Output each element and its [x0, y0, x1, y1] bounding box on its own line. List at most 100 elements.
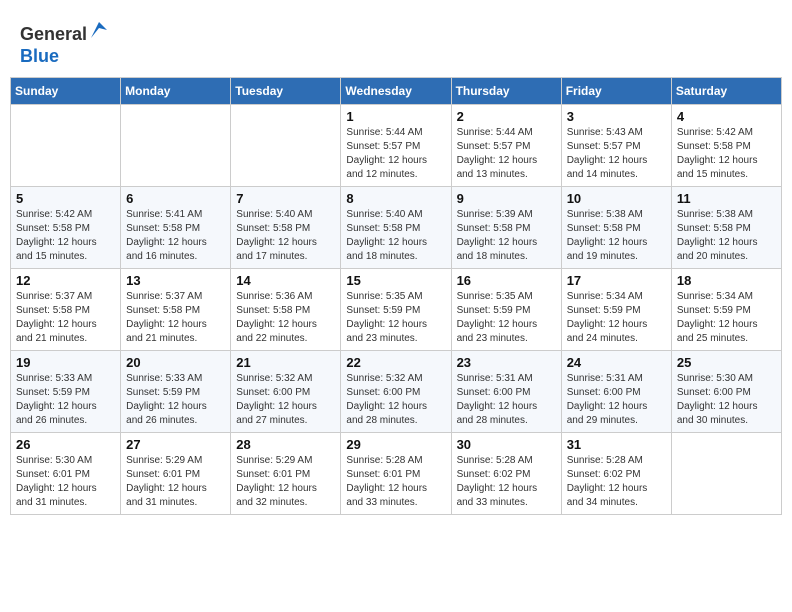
day-number: 18: [677, 273, 776, 288]
logo-blue: Blue: [20, 46, 59, 66]
day-info: Sunrise: 5:42 AM Sunset: 5:58 PM Dayligh…: [677, 126, 776, 182]
logo-icon: [89, 20, 109, 40]
day-number: 20: [126, 355, 225, 370]
day-info: Sunrise: 5:34 AM Sunset: 5:59 PM Dayligh…: [677, 290, 776, 346]
calendar-cell: 24Sunrise: 5:31 AM Sunset: 6:00 PM Dayli…: [561, 351, 671, 433]
weekday-header-saturday: Saturday: [671, 78, 781, 105]
day-info: Sunrise: 5:39 AM Sunset: 5:58 PM Dayligh…: [457, 208, 556, 264]
weekday-header-friday: Friday: [561, 78, 671, 105]
day-number: 7: [236, 191, 335, 206]
calendar-cell: 5 Sunrise: 5:42 AM Sunset: 5:58 PM Daylig…: [11, 187, 121, 269]
calendar-cell: 14 Sunrise: 5:36 AM Sunset: 5:58 PM Dayli…: [231, 269, 341, 351]
calendar-cell: 19 Sunrise: 5:33 AM Sunset: 5:59 PM Dayli…: [11, 351, 121, 433]
day-info: Sunrise: 5:35 AM Sunset: 5:59 PM Dayligh…: [346, 290, 445, 346]
day-number: 22: [346, 355, 445, 370]
calendar-cell: 1 Sunrise: 5:44 AM Sunset: 5:57 PM Daylig…: [341, 105, 451, 187]
day-info: Sunrise: 5:28 AM Sunset: 6:01 PM Dayligh…: [346, 454, 445, 510]
calendar-week-5: 26 Sunrise: 5:30 AM Sunset: 6:01 PM Dayli…: [11, 433, 782, 515]
day-info: Sunrise: 5:44 AM Sunset: 5:57 PM Dayligh…: [346, 126, 445, 182]
logo-general: General: [20, 24, 87, 44]
day-number: 19: [16, 355, 115, 370]
calendar-cell: 7Sunrise: 5:40 AM Sunset: 5:58 PM Daylig…: [231, 187, 341, 269]
day-number: 17: [567, 273, 666, 288]
calendar-cell: 18 Sunrise: 5:34 AM Sunset: 5:59 PM Dayli…: [671, 269, 781, 351]
calendar-cell: 26 Sunrise: 5:30 AM Sunset: 6:01 PM Dayli…: [11, 433, 121, 515]
calendar-cell: 17 Sunrise: 5:34 AM Sunset: 5:59 PM Dayli…: [561, 269, 671, 351]
day-info: Sunrise: 5:29 AM Sunset: 6:01 PM Dayligh…: [126, 454, 225, 510]
day-info: Sunrise: 5:42 AM Sunset: 5:58 PM Dayligh…: [16, 208, 115, 264]
day-number: 16: [457, 273, 556, 288]
calendar-week-4: 19 Sunrise: 5:33 AM Sunset: 5:59 PM Dayli…: [11, 351, 782, 433]
day-number: 8: [346, 191, 445, 206]
day-info: Sunrise: 5:31 AM Sunset: 6:00 PM Dayligh…: [567, 372, 666, 428]
logo-text: General Blue: [20, 20, 109, 67]
day-number: 5: [16, 191, 115, 206]
day-number: 12: [16, 273, 115, 288]
day-number: 3: [567, 109, 666, 124]
day-info: Sunrise: 5:44 AM Sunset: 5:57 PM Dayligh…: [457, 126, 556, 182]
day-number: 27: [126, 437, 225, 452]
calendar-header-row: SundayMondayTuesdayWednesdayThursdayFrid…: [11, 78, 782, 105]
calendar-cell: 29 Sunrise: 5:28 AM Sunset: 6:01 PM Dayli…: [341, 433, 451, 515]
weekday-header-tuesday: Tuesday: [231, 78, 341, 105]
calendar-cell: 23Sunrise: 5:31 AM Sunset: 6:00 PM Dayli…: [451, 351, 561, 433]
day-number: 15: [346, 273, 445, 288]
calendar-cell: 8 Sunrise: 5:40 AM Sunset: 5:58 PM Daylig…: [341, 187, 451, 269]
day-number: 26: [16, 437, 115, 452]
calendar-cell: 3 Sunrise: 5:43 AM Sunset: 5:57 PM Daylig…: [561, 105, 671, 187]
calendar-cell: [121, 105, 231, 187]
day-number: 10: [567, 191, 666, 206]
day-info: Sunrise: 5:38 AM Sunset: 5:58 PM Dayligh…: [567, 208, 666, 264]
day-info: Sunrise: 5:43 AM Sunset: 5:57 PM Dayligh…: [567, 126, 666, 182]
day-number: 31: [567, 437, 666, 452]
day-info: Sunrise: 5:32 AM Sunset: 6:00 PM Dayligh…: [346, 372, 445, 428]
calendar-cell: 12 Sunrise: 5:37 AM Sunset: 5:58 PM Dayli…: [11, 269, 121, 351]
calendar-cell: 30Sunrise: 5:28 AM Sunset: 6:02 PM Dayli…: [451, 433, 561, 515]
day-info: Sunrise: 5:35 AM Sunset: 5:59 PM Dayligh…: [457, 290, 556, 346]
day-info: Sunrise: 5:33 AM Sunset: 5:59 PM Dayligh…: [126, 372, 225, 428]
day-number: 14: [236, 273, 335, 288]
day-number: 4: [677, 109, 776, 124]
day-info: Sunrise: 5:28 AM Sunset: 6:02 PM Dayligh…: [567, 454, 666, 510]
day-number: 9: [457, 191, 556, 206]
calendar-cell: 28 Sunrise: 5:29 AM Sunset: 6:01 PM Dayli…: [231, 433, 341, 515]
day-info: Sunrise: 5:37 AM Sunset: 5:58 PM Dayligh…: [16, 290, 115, 346]
calendar-cell: 6Sunrise: 5:41 AM Sunset: 5:58 PM Daylig…: [121, 187, 231, 269]
calendar-week-3: 12 Sunrise: 5:37 AM Sunset: 5:58 PM Dayli…: [11, 269, 782, 351]
calendar-cell: 2Sunrise: 5:44 AM Sunset: 5:57 PM Daylig…: [451, 105, 561, 187]
day-number: 25: [677, 355, 776, 370]
day-info: Sunrise: 5:40 AM Sunset: 5:58 PM Dayligh…: [346, 208, 445, 264]
day-number: 1: [346, 109, 445, 124]
day-number: 6: [126, 191, 225, 206]
weekday-header-monday: Monday: [121, 78, 231, 105]
calendar-table: SundayMondayTuesdayWednesdayThursdayFrid…: [10, 77, 782, 515]
day-number: 11: [677, 191, 776, 206]
calendar-body: 1 Sunrise: 5:44 AM Sunset: 5:57 PM Daylig…: [11, 105, 782, 515]
day-info: Sunrise: 5:33 AM Sunset: 5:59 PM Dayligh…: [16, 372, 115, 428]
calendar-cell: 31 Sunrise: 5:28 AM Sunset: 6:02 PM Dayli…: [561, 433, 671, 515]
calendar-cell: 25 Sunrise: 5:30 AM Sunset: 6:00 PM Dayli…: [671, 351, 781, 433]
day-info: Sunrise: 5:36 AM Sunset: 5:58 PM Dayligh…: [236, 290, 335, 346]
day-info: Sunrise: 5:30 AM Sunset: 6:00 PM Dayligh…: [677, 372, 776, 428]
calendar-cell: 10 Sunrise: 5:38 AM Sunset: 5:58 PM Dayli…: [561, 187, 671, 269]
calendar-week-2: 5 Sunrise: 5:42 AM Sunset: 5:58 PM Daylig…: [11, 187, 782, 269]
calendar-cell: 22 Sunrise: 5:32 AM Sunset: 6:00 PM Dayli…: [341, 351, 451, 433]
day-info: Sunrise: 5:29 AM Sunset: 6:01 PM Dayligh…: [236, 454, 335, 510]
day-number: 29: [346, 437, 445, 452]
day-number: 13: [126, 273, 225, 288]
weekday-header-wednesday: Wednesday: [341, 78, 451, 105]
calendar-cell: 21Sunrise: 5:32 AM Sunset: 6:00 PM Dayli…: [231, 351, 341, 433]
calendar-cell: 16 Sunrise: 5:35 AM Sunset: 5:59 PM Dayli…: [451, 269, 561, 351]
weekday-header-sunday: Sunday: [11, 78, 121, 105]
day-info: Sunrise: 5:34 AM Sunset: 5:59 PM Dayligh…: [567, 290, 666, 346]
day-info: Sunrise: 5:28 AM Sunset: 6:02 PM Dayligh…: [457, 454, 556, 510]
calendar-cell: 27 Sunrise: 5:29 AM Sunset: 6:01 PM Dayli…: [121, 433, 231, 515]
day-number: 28: [236, 437, 335, 452]
calendar-cell: 9 Sunrise: 5:39 AM Sunset: 5:58 PM Daylig…: [451, 187, 561, 269]
calendar-cell: 13 Sunrise: 5:37 AM Sunset: 5:58 PM Dayli…: [121, 269, 231, 351]
calendar-cell: 20 Sunrise: 5:33 AM Sunset: 5:59 PM Dayli…: [121, 351, 231, 433]
day-info: Sunrise: 5:37 AM Sunset: 5:58 PM Dayligh…: [126, 290, 225, 346]
day-info: Sunrise: 5:30 AM Sunset: 6:01 PM Dayligh…: [16, 454, 115, 510]
day-number: 21: [236, 355, 335, 370]
logo: General Blue: [20, 20, 109, 67]
